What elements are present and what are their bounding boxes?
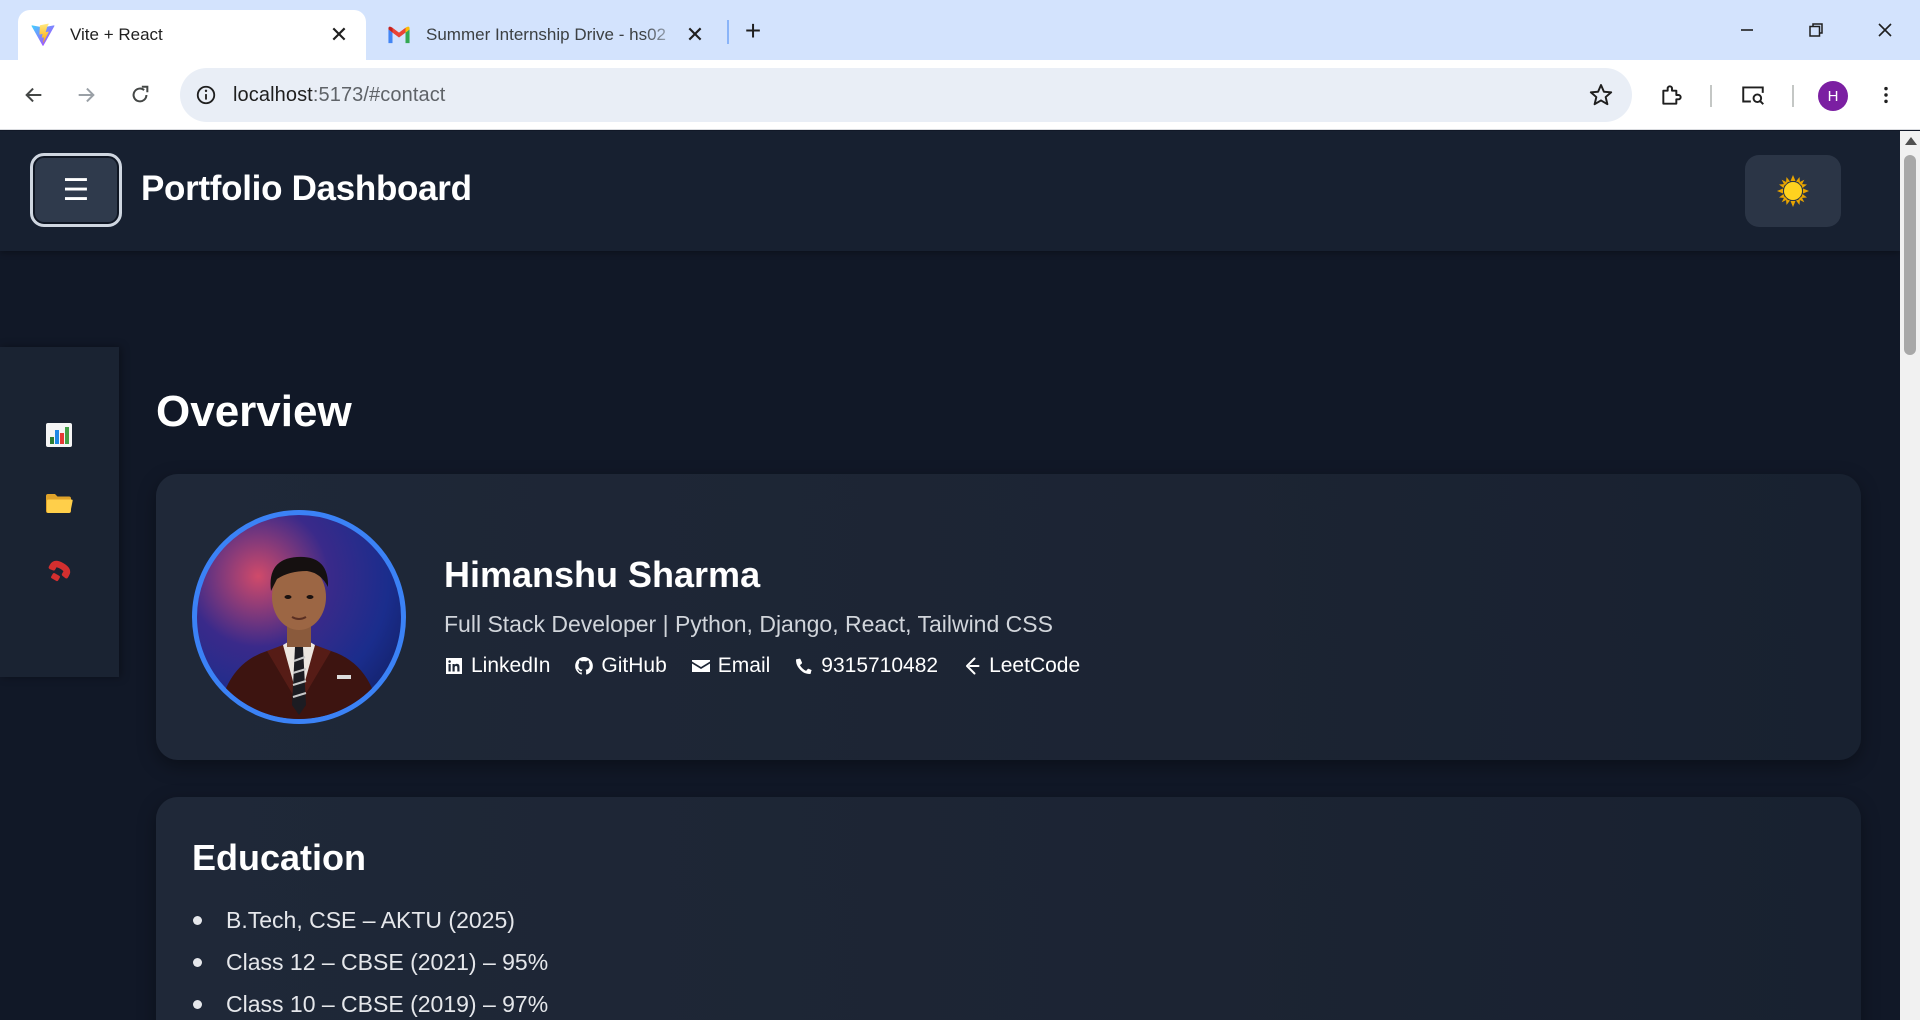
minimize-button[interactable] bbox=[1724, 10, 1770, 50]
tab-title: Summer Internship Drive - hs02 bbox=[426, 25, 666, 44]
menu-toggle-button[interactable]: ☰ bbox=[30, 153, 122, 227]
site-info-icon[interactable] bbox=[193, 82, 219, 108]
phone-icon bbox=[796, 658, 813, 674]
github-icon bbox=[575, 657, 594, 675]
link-label: Email bbox=[717, 654, 771, 677]
tab-search-button[interactable] bbox=[1735, 77, 1771, 113]
avatar bbox=[192, 510, 406, 724]
leetcode-link[interactable]: LeetCode bbox=[962, 654, 1080, 678]
scroll-thumb[interactable] bbox=[1904, 155, 1916, 355]
close-tab-icon[interactable]: ✕ bbox=[682, 22, 708, 48]
restore-button[interactable] bbox=[1793, 10, 1839, 50]
link-label: LinkedIn bbox=[471, 654, 551, 677]
page-scrollbar[interactable] bbox=[1900, 131, 1920, 1020]
sidebar-item-contact[interactable] bbox=[42, 554, 76, 588]
list-item: B.Tech, CSE – AKTU (2025) bbox=[192, 905, 548, 947]
folder-icon bbox=[46, 494, 73, 513]
linkedin-icon bbox=[446, 658, 462, 674]
close-tab-icon[interactable]: ✕ bbox=[326, 22, 352, 48]
app-header: ☰ Portfolio Dashboard bbox=[0, 131, 1900, 251]
arrow-left-icon bbox=[25, 87, 42, 103]
tab-search-icon bbox=[1742, 86, 1764, 105]
url-host: localhost bbox=[233, 83, 313, 106]
puzzle-icon bbox=[1662, 85, 1682, 105]
phone-icon bbox=[48, 560, 71, 582]
email-link[interactable]: Email bbox=[691, 654, 771, 678]
link-label: GitHub bbox=[601, 654, 667, 677]
minimize-icon bbox=[1741, 29, 1753, 31]
leetcode-icon bbox=[966, 657, 980, 675]
tab-separator bbox=[727, 20, 729, 44]
list-item: Class 12 – CBSE (2021) – 95% bbox=[192, 947, 548, 989]
overview-heading: Overview bbox=[156, 387, 352, 436]
close-icon bbox=[1878, 23, 1892, 37]
scroll-up-arrow-icon[interactable] bbox=[1905, 137, 1917, 145]
profile-card: Himanshu Sharma Full Stack Developer | P… bbox=[156, 474, 1861, 760]
tab-gmail[interactable]: Summer Internship Drive - hs02 ✕ bbox=[374, 10, 722, 60]
tab-vite-react[interactable]: Vite + React ✕ bbox=[18, 10, 366, 60]
sidebar-item-projects[interactable] bbox=[42, 486, 76, 520]
education-heading: Education bbox=[192, 837, 367, 878]
url-path: :5173/#contact bbox=[312, 83, 446, 106]
bookmark-star-icon[interactable] bbox=[1588, 82, 1614, 108]
new-tab-button[interactable]: + bbox=[738, 15, 768, 46]
list-item: Class 10 – CBSE (2019) – 97% bbox=[192, 989, 548, 1020]
tab-title: Vite + React bbox=[70, 25, 163, 44]
browser-tab-strip: Vite + React ✕ Summer Internship Drive -… bbox=[0, 0, 1920, 60]
sidebar bbox=[0, 347, 119, 677]
toolbar-divider bbox=[1792, 85, 1794, 107]
app-title: Portfolio Dashboard bbox=[141, 169, 472, 208]
theme-toggle-button[interactable] bbox=[1745, 155, 1841, 227]
github-link[interactable]: GitHub bbox=[574, 654, 667, 678]
url-text: localhost:5173/#contact bbox=[233, 84, 445, 107]
restore-icon bbox=[1809, 23, 1823, 37]
page-viewport: ☰ Portfolio Dashboard Overview Himanshu … bbox=[0, 131, 1900, 1020]
contact-links: LinkedIn GitHub Email 9315710482 LeetCod… bbox=[444, 654, 1080, 678]
forward-button[interactable] bbox=[68, 77, 104, 113]
education-list: B.Tech, CSE – AKTU (2025) Class 12 – CBS… bbox=[192, 905, 548, 1020]
bar-chart-icon bbox=[46, 423, 72, 447]
profile-avatar[interactable]: H bbox=[1818, 81, 1848, 111]
phone-link[interactable]: 9315710482 bbox=[794, 654, 938, 678]
link-label: 9315710482 bbox=[821, 654, 939, 677]
address-bar[interactable]: localhost:5173/#contact bbox=[180, 68, 1632, 122]
education-card: Education B.Tech, CSE – AKTU (2025) Clas… bbox=[156, 797, 1861, 1020]
close-window-button[interactable] bbox=[1862, 10, 1908, 50]
profile-name: Himanshu Sharma bbox=[444, 554, 761, 595]
toolbar-divider bbox=[1710, 85, 1712, 107]
vite-icon bbox=[31, 23, 55, 46]
browser-toolbar: localhost:5173/#contact H bbox=[0, 60, 1920, 130]
arrow-right-icon bbox=[78, 87, 95, 103]
back-button[interactable] bbox=[16, 77, 52, 113]
reload-button[interactable] bbox=[122, 77, 158, 113]
sidebar-item-overview[interactable] bbox=[42, 418, 76, 452]
profile-photo bbox=[217, 556, 381, 719]
link-label: LeetCode bbox=[989, 654, 1081, 677]
gmail-icon bbox=[388, 26, 410, 44]
linkedin-link[interactable]: LinkedIn bbox=[444, 654, 550, 678]
kebab-menu-icon bbox=[1884, 86, 1888, 104]
envelope-icon bbox=[691, 660, 710, 672]
profile-role: Full Stack Developer | Python, Django, R… bbox=[444, 611, 1053, 637]
sun-icon bbox=[1777, 175, 1809, 207]
reload-icon bbox=[132, 85, 149, 103]
browser-menu-button[interactable] bbox=[1868, 77, 1904, 113]
extensions-button[interactable] bbox=[1654, 77, 1690, 113]
